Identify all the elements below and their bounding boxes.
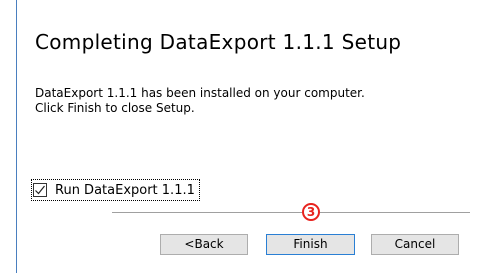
back-button[interactable]: <Back [160,234,248,255]
checkmark-icon [35,185,45,195]
button-area-separator [112,212,470,213]
run-app-checkbox-control[interactable]: Run DataExport 1.1.1 [31,179,200,201]
run-app-checkbox[interactable] [33,183,47,197]
run-app-checkbox-label: Run DataExport 1.1.1 [55,182,195,198]
wizard-title: Completing DataExport 1.1.1 Setup [35,30,402,54]
step-annotation-badge: 3 [302,203,320,221]
description-line-1: DataExport 1.1.1 has been installed on y… [35,86,365,100]
cancel-button[interactable]: Cancel [371,234,459,255]
window-left-edge [16,0,17,273]
finish-button[interactable]: Finish [266,234,355,255]
description-line-2: Click Finish to close Setup. [35,101,195,115]
wizard-description: DataExport 1.1.1 has been installed on y… [35,86,365,116]
setup-wizard-window: Completing DataExport 1.1.1 Setup DataEx… [0,0,480,273]
